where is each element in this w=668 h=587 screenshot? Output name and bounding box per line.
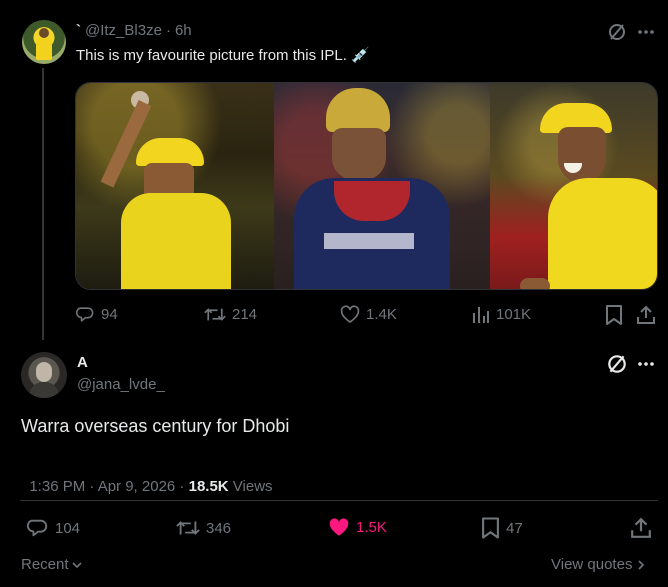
repost-count: 346 (206, 519, 232, 537)
views-label: Views (228, 478, 273, 495)
share-icon[interactable] (630, 517, 652, 539)
post-text: Warra overseas century for Dhobi (21, 416, 290, 436)
author-handle[interactable]: @Itz_Bl3ze (85, 22, 162, 39)
avatar[interactable] (21, 352, 67, 398)
reply-text: This is my favourite picture from this I… (76, 47, 370, 64)
author-display-name[interactable]: ` (76, 22, 81, 39)
reply-reply-button[interactable]: 94 (76, 305, 118, 324)
repost-button[interactable]: 346 (176, 517, 231, 539)
sort-label: Recent (21, 556, 69, 573)
media-image-1[interactable] (76, 83, 274, 289)
view-quotes-label: View quotes (551, 556, 633, 573)
repost-icon (176, 517, 200, 539)
post-time[interactable]: 6h (175, 22, 192, 39)
reply-button[interactable]: 104 (27, 517, 80, 539)
author-name[interactable]: A (77, 354, 88, 371)
chevron-down-icon (71, 559, 83, 571)
bookmark-icon[interactable] (605, 305, 623, 325)
more-icon[interactable] (636, 22, 656, 42)
bookmark-icon (481, 517, 500, 539)
reply-count: 104 (55, 519, 81, 537)
reply-repost-button[interactable]: 214 (204, 305, 257, 324)
grok-icon[interactable] (607, 22, 627, 42)
media-grid[interactable] (75, 82, 658, 290)
like-count: 1.5K (356, 519, 387, 536)
sort-dropdown[interactable]: Recent (21, 556, 83, 573)
thread-line (42, 68, 44, 340)
separator-dot: · (165, 22, 171, 39)
repost-icon (204, 305, 226, 324)
share-icon[interactable] (636, 305, 656, 325)
more-icon[interactable] (636, 354, 656, 374)
post-timestamp[interactable]: 1:36 PM · Apr 9, 2026 · (29, 478, 188, 495)
avatar[interactable] (22, 20, 66, 64)
divider (20, 500, 658, 501)
like-button[interactable]: 1.5K (328, 517, 387, 538)
reply-header: ` @Itz_Bl3ze · 6h (76, 22, 192, 39)
media-image-3[interactable] (490, 83, 657, 289)
like-icon (328, 517, 350, 538)
like-count: 1.4K (366, 306, 397, 323)
repost-count: 214 (232, 306, 258, 323)
bookmark-count: 47 (506, 519, 523, 537)
author-handle[interactable]: @jana_lvde_ (77, 376, 165, 393)
views-icon (472, 305, 490, 324)
chevron-right-icon (636, 559, 646, 571)
reply-like-button[interactable]: 1.4K (340, 305, 397, 324)
media-image-2[interactable] (274, 83, 490, 289)
view-quotes-link[interactable]: View quotes (551, 556, 646, 573)
reply-views-button[interactable]: 101K (472, 305, 531, 324)
post-meta: 1:36 PM · Apr 9, 2026 · 18.5K Views (21, 461, 273, 495)
bookmark-button[interactable]: 47 (481, 517, 523, 539)
view-count: 18.5K (188, 478, 229, 495)
reply-icon (27, 517, 49, 539)
views-count: 101K (496, 306, 532, 323)
grok-icon[interactable] (606, 353, 628, 375)
like-icon (340, 305, 360, 324)
reply-icon (76, 305, 95, 324)
reply-count: 94 (101, 306, 118, 323)
